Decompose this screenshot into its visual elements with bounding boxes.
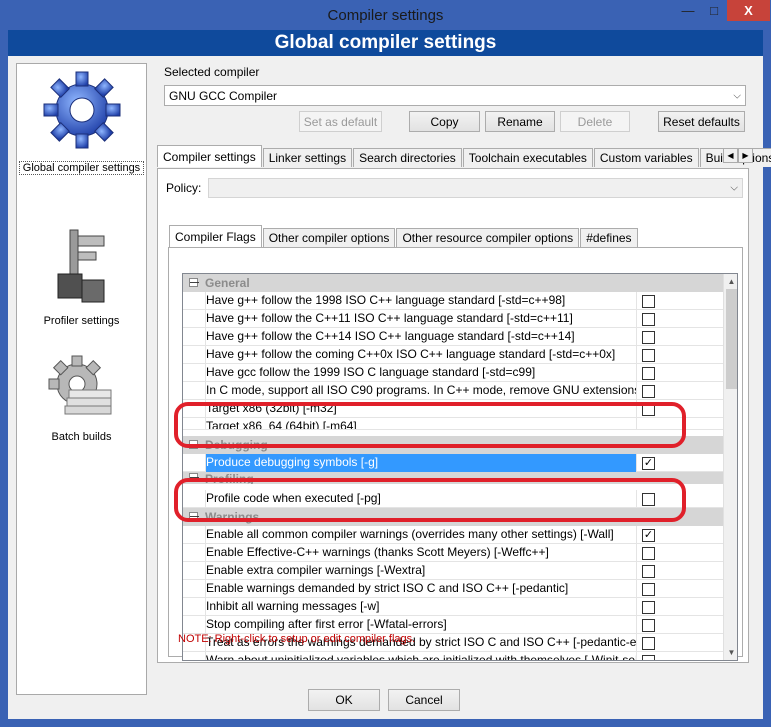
window-title: Compiler settings bbox=[327, 6, 444, 24]
flag-subtabs: Compiler Flags Other compiler options Ot… bbox=[169, 225, 639, 247]
flag-checkbox[interactable] bbox=[642, 547, 655, 560]
flag-checkbox[interactable] bbox=[642, 385, 655, 398]
flag-checkbox[interactable] bbox=[642, 637, 655, 650]
copy-button[interactable]: Copy bbox=[409, 111, 480, 132]
flag-row[interactable]: Have g++ follow the 1998 ISO C++ languag… bbox=[183, 292, 723, 310]
flags-note: NOTE: Right-click to setup or edit compi… bbox=[178, 633, 416, 645]
flag-row[interactable]: Warn about uninitialized variables which… bbox=[183, 652, 723, 660]
tab-compiler-flags[interactable]: Compiler Flags bbox=[169, 225, 262, 247]
tab-scroll-arrows: ◀ ▶ bbox=[723, 148, 753, 163]
title-bar: Compiler settings — □ X bbox=[0, 0, 771, 30]
compiler-select[interactable]: GNU GCC Compiler ⌵ bbox=[164, 85, 746, 106]
selected-compiler-label: Selected compiler bbox=[164, 65, 260, 79]
dialog-client: Global compiler settings Global compiler… bbox=[8, 30, 771, 719]
flag-checkbox[interactable] bbox=[642, 655, 655, 660]
settings-category-list: Global compiler settings Profiler settin… bbox=[16, 63, 147, 695]
flag-row[interactable]: Enable extra compiler warnings [-Wextra] bbox=[183, 562, 723, 580]
flag-checkbox[interactable] bbox=[642, 565, 655, 578]
tab-scroll-right-icon[interactable]: ▶ bbox=[738, 148, 753, 163]
compiler-select-value: GNU GCC Compiler bbox=[169, 88, 278, 103]
scroll-up-icon[interactable]: ▲ bbox=[724, 274, 737, 289]
flag-row[interactable]: Have g++ follow the C++11 ISO C++ langua… bbox=[183, 310, 723, 328]
flag-checkbox[interactable] bbox=[642, 331, 655, 344]
settings-tabs: Compiler settings Linker settings Search… bbox=[157, 145, 771, 167]
flag-checkbox[interactable] bbox=[642, 583, 655, 596]
cancel-button[interactable]: Cancel bbox=[388, 689, 460, 711]
flag-row[interactable]: Enable all common compiler warnings (ove… bbox=[183, 526, 723, 544]
compiler-flags-grid: — General Have g++ follow the 1998 ISO C+… bbox=[182, 273, 738, 661]
flag-row[interactable]: Inhibit all warning messages [-w] bbox=[183, 598, 723, 616]
flag-row[interactable]: Have g++ follow the coming C++0x ISO C++… bbox=[183, 346, 723, 364]
flag-row[interactable]: Produce debugging symbols [-g] ✓ bbox=[183, 454, 723, 472]
category-label: Profiler settings bbox=[43, 315, 120, 327]
flag-checkbox[interactable]: ✓ bbox=[642, 529, 655, 542]
gear-icon bbox=[43, 71, 120, 149]
flag-checkbox[interactable] bbox=[642, 619, 655, 632]
collapse-icon[interactable]: — bbox=[189, 278, 199, 287]
flag-row[interactable]: Enable warnings demanded by strict ISO C… bbox=[183, 580, 723, 598]
flag-checkbox[interactable] bbox=[642, 295, 655, 308]
flag-checkbox[interactable] bbox=[642, 601, 655, 614]
flag-row[interactable]: In C mode, support all ISO C90 programs.… bbox=[183, 382, 723, 400]
tab-compiler-settings[interactable]: Compiler settings bbox=[157, 145, 262, 167]
flag-checkbox[interactable]: ✓ bbox=[642, 457, 655, 470]
policy-label: Policy: bbox=[166, 181, 202, 195]
page-title: Global compiler settings bbox=[8, 30, 763, 56]
policy-select[interactable]: ⌵ bbox=[208, 178, 743, 198]
category-global-compiler-settings[interactable]: Global compiler settings bbox=[17, 66, 146, 175]
tab-toolchain-executables[interactable]: Toolchain executables bbox=[462, 148, 593, 167]
rename-button[interactable]: Rename bbox=[485, 111, 555, 132]
chevron-down-icon: ⌵ bbox=[733, 90, 741, 101]
flag-row[interactable]: Have gcc follow the 1999 ISO C language … bbox=[183, 364, 723, 382]
tab-linker-settings[interactable]: Linker settings bbox=[262, 148, 353, 167]
chevron-down-icon: ⌵ bbox=[730, 182, 738, 194]
category-batch-builds[interactable]: Batch builds bbox=[17, 354, 146, 443]
tab-other-compiler-options[interactable]: Other compiler options bbox=[262, 228, 396, 247]
maximize-button[interactable]: □ bbox=[701, 0, 727, 21]
caliper-icon bbox=[57, 229, 104, 303]
flag-row[interactable]: Enable Effective-C++ warnings (thanks Sc… bbox=[183, 544, 723, 562]
tab-other-resource-compiler-options[interactable]: Other resource compiler options bbox=[396, 228, 580, 247]
compiler-settings-window: Compiler settings — □ X Global compiler … bbox=[0, 0, 771, 727]
flag-row[interactable]: Have g++ follow the C++14 ISO C++ langua… bbox=[183, 328, 723, 346]
tab-custom-variables[interactable]: Custom variables bbox=[593, 148, 699, 167]
annotation-highlight-warnings bbox=[174, 478, 686, 522]
category-general[interactable]: — General bbox=[183, 274, 723, 292]
scrollbar-thumb[interactable] bbox=[726, 289, 737, 389]
category-label: Batch builds bbox=[51, 431, 112, 443]
category-profiler-settings[interactable]: Profiler settings bbox=[17, 222, 146, 327]
reset-defaults-button[interactable]: Reset defaults bbox=[658, 111, 745, 132]
flag-checkbox[interactable] bbox=[642, 313, 655, 326]
category-label: Global compiler settings bbox=[19, 161, 144, 175]
scroll-down-icon[interactable]: ▼ bbox=[724, 645, 737, 660]
ok-button[interactable]: OK bbox=[308, 689, 380, 711]
flag-checkbox[interactable] bbox=[642, 367, 655, 380]
minimize-button[interactable]: — bbox=[675, 0, 701, 21]
annotation-highlight-debugging bbox=[174, 402, 686, 448]
tab-defines[interactable]: #defines bbox=[580, 228, 638, 247]
delete-button[interactable]: Delete bbox=[560, 111, 630, 132]
flag-row[interactable]: Stop compiling after first error [-Wfata… bbox=[183, 616, 723, 634]
tab-search-directories[interactable]: Search directories bbox=[353, 148, 462, 167]
flag-checkbox[interactable] bbox=[642, 349, 655, 362]
flags-scrollbar[interactable]: ▲ ▼ bbox=[723, 274, 737, 660]
close-button[interactable]: X bbox=[727, 0, 770, 21]
set-as-default-button[interactable]: Set as default bbox=[299, 111, 382, 132]
tab-scroll-left-icon[interactable]: ◀ bbox=[723, 148, 738, 163]
batch-gear-icon bbox=[48, 355, 111, 415]
